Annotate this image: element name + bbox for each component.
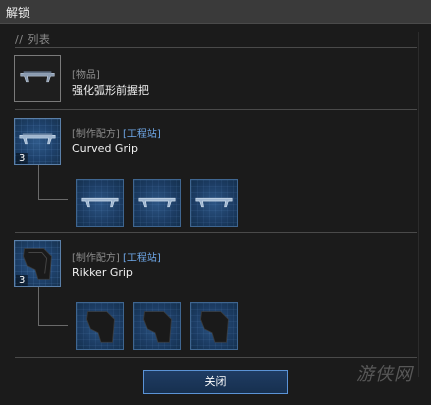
tree-connector (38, 165, 39, 199)
rikker-grip-icon (200, 311, 229, 343)
recipe-count: 3 (16, 275, 29, 286)
recipe-name: Rikker Grip (72, 266, 133, 279)
material-slot[interactable] (190, 302, 238, 350)
tree-connector (38, 199, 68, 200)
rikker-grip-icon (143, 311, 172, 343)
recipe-tag: [制作配方] [工程站] (72, 125, 161, 140)
recipe-type: [制作配方] (72, 129, 120, 140)
curved-grip-icon (195, 197, 233, 208)
material-slot[interactable] (190, 179, 238, 227)
close-button[interactable]: 关闭 (143, 370, 288, 394)
item-category: [物品] (72, 70, 100, 81)
list-header: // 列表 (15, 33, 51, 46)
material-slot[interactable] (76, 302, 124, 350)
curved-grip-icon (20, 71, 55, 83)
recipe-tag: [制作配方] [工程站] (72, 249, 161, 264)
material-slot[interactable] (133, 179, 181, 227)
recipe-station: [工程站] (123, 253, 161, 264)
material-slot[interactable] (76, 179, 124, 227)
divider (15, 232, 417, 233)
divider (15, 357, 417, 358)
curved-grip-icon (138, 197, 176, 208)
curved-grip-icon (81, 197, 119, 208)
recipe-slot[interactable]: 3 (14, 240, 61, 287)
recipe-slot[interactable]: 3 (14, 118, 61, 165)
tree-connector (38, 325, 68, 326)
recipe-station: [工程站] (123, 129, 161, 140)
divider (15, 109, 417, 110)
divider (15, 47, 417, 48)
recipe-type: [制作配方] (72, 253, 120, 264)
rikker-grip-icon (86, 311, 115, 343)
tree-connector (38, 287, 39, 325)
material-slot[interactable] (133, 302, 181, 350)
window-titlebar: 解锁 (0, 0, 431, 24)
item-name: 强化弧形前握把 (72, 84, 149, 97)
unlock-dialog: // 列表 [物品] 强化弧形前握把 3 [制作配方] [工程站] Curved… (0, 24, 431, 405)
item-slot[interactable] (14, 55, 61, 102)
window-title: 解锁 (6, 6, 31, 20)
recipe-count: 3 (16, 153, 29, 164)
watermark-logo: 游侠网 (356, 364, 413, 385)
recipe-name: Curved Grip (72, 142, 139, 155)
